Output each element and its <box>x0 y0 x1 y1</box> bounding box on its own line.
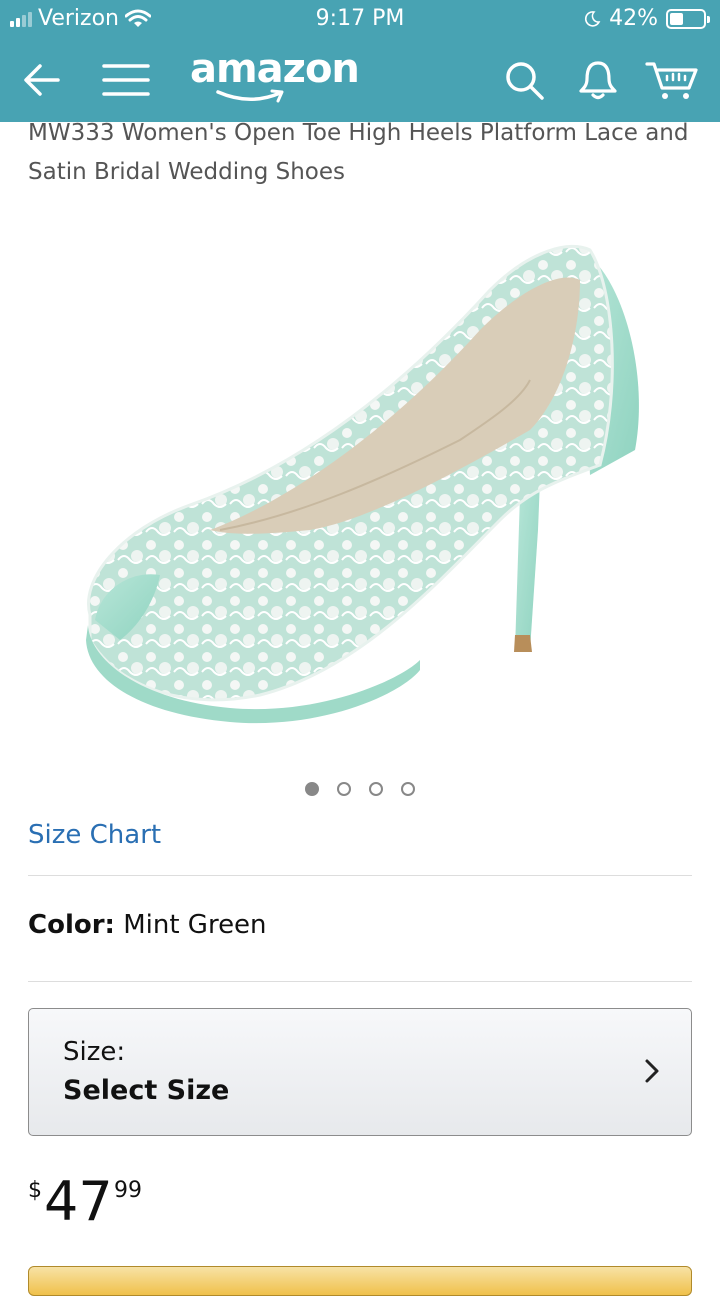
color-value: Mint Green <box>123 910 267 940</box>
pager-dot[interactable] <box>369 782 383 796</box>
size-chart-link[interactable]: Size Chart <box>28 820 161 850</box>
divider <box>28 981 692 982</box>
amazon-logo[interactable]: amazon <box>190 46 360 103</box>
cart-icon[interactable] <box>644 52 700 108</box>
logo-text: amazon <box>190 46 360 92</box>
search-icon[interactable] <box>496 52 552 108</box>
status-bar: Verizon 9:17 PM 42% <box>0 0 720 40</box>
image-pager[interactable] <box>0 782 720 796</box>
size-selector[interactable]: Size: Select Size <box>28 1008 692 1136</box>
pager-dot[interactable] <box>305 782 319 796</box>
hamburger-menu-icon[interactable] <box>98 52 154 108</box>
back-arrow-icon[interactable] <box>14 52 70 108</box>
status-right: 42% <box>583 6 710 31</box>
price-whole: 47 <box>44 1170 113 1233</box>
battery-icon <box>666 8 710 29</box>
size-label: Size: <box>63 1037 126 1067</box>
price-currency: $ <box>28 1178 42 1203</box>
color-row: Color: Mint Green <box>28 910 267 940</box>
chevron-right-icon <box>645 1059 659 1083</box>
app-header: amazon <box>0 40 720 122</box>
pager-dot[interactable] <box>401 782 415 796</box>
pager-dot[interactable] <box>337 782 351 796</box>
divider <box>28 875 692 876</box>
add-to-cart-button[interactable] <box>28 1266 692 1296</box>
size-value: Select Size <box>63 1075 230 1106</box>
battery-percent: 42% <box>609 6 658 31</box>
product-image[interactable] <box>60 230 660 750</box>
product-title: MW333 Women's Open Toe High Heels Platfo… <box>28 120 689 185</box>
bell-icon[interactable] <box>570 52 626 108</box>
logo-smile-icon <box>216 89 284 103</box>
color-label: Color: <box>28 910 115 940</box>
price-fraction: 99 <box>114 1178 142 1203</box>
moon-icon <box>585 10 601 27</box>
